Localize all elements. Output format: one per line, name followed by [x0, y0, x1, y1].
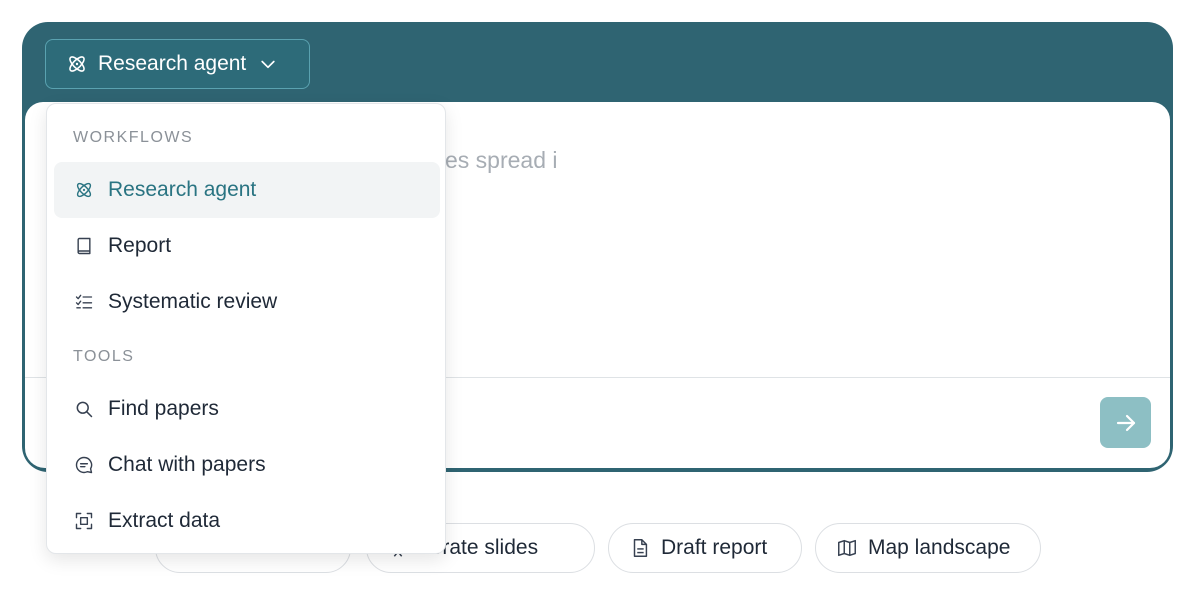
- map-icon: [836, 537, 858, 559]
- menu-item-extract-data[interactable]: Extract data: [54, 493, 440, 549]
- chat-bubble-icon: [74, 455, 94, 475]
- chevron-down-icon: [258, 54, 278, 74]
- document-icon: [629, 537, 651, 559]
- menu-item-systematic-review[interactable]: Systematic review: [54, 274, 440, 330]
- checklist-icon: [74, 292, 94, 312]
- menu-item-research-agent[interactable]: Research agent: [54, 162, 440, 218]
- atom-icon: [74, 180, 94, 200]
- menu-item-label: Extract data: [108, 509, 221, 532]
- book-icon: [74, 236, 94, 256]
- arrow-right-icon: [1114, 411, 1138, 435]
- menu-item-find-papers[interactable]: Find papers: [54, 381, 440, 437]
- suggestion-chip-label: Draft report: [661, 536, 768, 559]
- send-button[interactable]: [1100, 397, 1151, 448]
- search-icon: [74, 399, 94, 419]
- section-label-workflows: WORKFLOWS: [73, 129, 194, 146]
- menu-item-label: Find papers: [108, 397, 219, 420]
- menu-item-label: Report: [108, 234, 172, 257]
- workflow-dropdown-menu: WORKFLOWS Research agent Report Systemat…: [46, 103, 446, 554]
- suggestion-chip-draft-report[interactable]: Draft report: [608, 523, 802, 573]
- menu-item-label: Research agent: [108, 178, 257, 201]
- prompt-input-text[interactable]: es spread i: [445, 147, 558, 174]
- scan-frame-icon: [74, 511, 94, 531]
- suggestion-chip-label: Map landscape: [868, 536, 1011, 559]
- atom-icon: [66, 53, 88, 75]
- section-label-tools: TOOLS: [73, 348, 135, 365]
- agent-selector-button[interactable]: Research agent: [45, 39, 310, 89]
- menu-item-report[interactable]: Report: [54, 218, 440, 274]
- menu-item-label: Systematic review: [108, 290, 278, 313]
- suggestion-chip-map-landscape[interactable]: Map landscape: [815, 523, 1041, 573]
- menu-item-chat-with-papers[interactable]: Chat with papers: [54, 437, 440, 493]
- agent-selector-label: Research agent: [98, 52, 247, 75]
- menu-item-label: Chat with papers: [108, 453, 266, 476]
